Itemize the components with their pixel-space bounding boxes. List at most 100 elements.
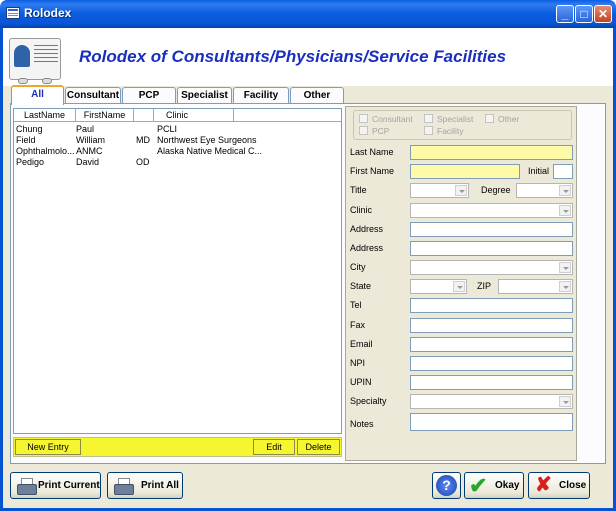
tab-pcp[interactable]: PCP — [122, 87, 176, 103]
notes-field[interactable] — [410, 413, 573, 431]
tab-facility[interactable]: Facility — [233, 87, 289, 103]
print-all-button[interactable]: Print All — [107, 472, 183, 499]
cell-clinic: PCLI — [157, 124, 178, 134]
tel-field[interactable] — [410, 298, 573, 313]
initial-label: Initial — [528, 166, 550, 176]
cell-clinic: Alaska Native Medical C... — [157, 146, 263, 156]
tab-all[interactable]: All — [11, 85, 64, 105]
city-dropdown[interactable] — [410, 260, 573, 275]
last-name-label: Last Name — [350, 147, 394, 157]
notes-label: Notes — [350, 419, 374, 429]
chevron-down-icon[interactable] — [559, 262, 571, 273]
last-name-field[interactable] — [410, 145, 573, 160]
state-label: State — [350, 281, 372, 291]
cell-firstname: David — [76, 157, 100, 167]
npi-label: NPI — [350, 358, 366, 368]
page-title: Rolodex of Consultants/Physicians/Servic… — [79, 47, 507, 66]
maximize-button[interactable]: □ — [575, 5, 593, 23]
email-field[interactable] — [410, 337, 573, 352]
tab-other[interactable]: Other — [290, 87, 344, 103]
upin-label: UPIN — [350, 377, 372, 387]
first-name-label: First Name — [350, 166, 395, 176]
column-header-clinic[interactable]: Clinic — [154, 109, 234, 122]
address1-label: Address — [350, 224, 384, 234]
city-label: City — [350, 262, 366, 272]
checkbox-pcp[interactable]: PCP — [359, 126, 389, 138]
address1-field[interactable] — [410, 222, 573, 237]
cell-clinic: Northwest Eye Surgeons — [157, 135, 257, 145]
cell-firstname: William — [76, 135, 105, 145]
tab-specialist[interactable]: Specialist — [177, 87, 232, 103]
new-entry-button[interactable]: New Entry — [15, 439, 81, 455]
minimize-button[interactable]: _ — [556, 5, 574, 23]
clinic-dropdown[interactable] — [410, 203, 573, 218]
chevron-down-icon[interactable] — [559, 205, 571, 216]
table-row[interactable]: Ophthalmolo... ANMC Alaska Native Medica… — [14, 146, 341, 157]
cell-firstname: ANMC — [76, 146, 103, 156]
table-row[interactable]: Field William MD Northwest Eye Surgeons — [14, 135, 341, 146]
print-current-button[interactable]: Print Current — [10, 472, 101, 499]
chevron-down-icon[interactable] — [453, 281, 465, 292]
checkbox-icon — [485, 114, 494, 123]
close-button[interactable]: ✘ Close — [528, 472, 590, 499]
fax-field[interactable] — [410, 318, 573, 333]
contacts-list[interactable]: LastName FirstName Clinic Chung Paul PCL… — [13, 108, 342, 434]
chevron-down-icon[interactable] — [559, 396, 571, 407]
checkbox-icon — [359, 114, 368, 123]
okay-button[interactable]: ✔ Okay — [464, 472, 524, 499]
column-header-degree[interactable] — [134, 109, 154, 122]
window-titlebar[interactable]: Rolodex _ □ ✕ — [0, 0, 616, 28]
column-header-firstname[interactable]: FirstName — [76, 109, 134, 122]
initial-field[interactable] — [553, 164, 573, 179]
tab-consultant[interactable]: Consultant — [65, 87, 121, 103]
cell-degree: OD — [136, 157, 150, 167]
specialty-dropdown[interactable] — [410, 394, 573, 409]
list-header: LastName FirstName Clinic — [14, 109, 341, 122]
clinic-label: Clinic — [350, 205, 373, 215]
chevron-down-icon[interactable] — [455, 185, 467, 196]
checkbox-icon — [359, 126, 368, 135]
tel-label: Tel — [350, 300, 362, 310]
checkbox-icon — [424, 114, 433, 123]
cell-lastname: Pedigo — [16, 157, 45, 167]
zip-label: ZIP — [477, 281, 492, 291]
chevron-down-icon[interactable] — [559, 281, 571, 292]
state-dropdown[interactable] — [410, 279, 467, 294]
degree-dropdown[interactable] — [516, 183, 573, 198]
checkbox-consultant[interactable]: Consultant — [359, 114, 413, 126]
cell-lastname: Chung — [16, 124, 43, 134]
fax-label: Fax — [350, 320, 366, 330]
address2-label: Address — [350, 243, 384, 253]
checkbox-specialist[interactable]: Specialist — [424, 114, 473, 126]
close-window-button[interactable]: ✕ — [594, 5, 612, 23]
first-name-field[interactable] — [410, 164, 520, 179]
address2-field[interactable] — [410, 241, 573, 256]
edit-button[interactable]: Edit — [253, 439, 295, 455]
chevron-down-icon[interactable] — [559, 185, 571, 196]
cell-degree: MD — [136, 135, 150, 145]
delete-button[interactable]: Delete — [297, 439, 340, 455]
title-label: Title — [350, 185, 367, 195]
column-header-lastname[interactable]: LastName — [14, 109, 76, 122]
close-icon: ✘ — [535, 474, 552, 496]
printer-icon — [114, 478, 134, 495]
email-label: Email — [350, 339, 373, 349]
help-icon: ? — [436, 475, 457, 496]
checkbox-other[interactable]: Other — [485, 114, 519, 126]
upin-field[interactable] — [410, 375, 573, 390]
printer-icon — [17, 478, 37, 495]
rolodex-card-icon — [9, 38, 61, 84]
cell-lastname: Field — [16, 135, 36, 145]
zip-dropdown[interactable] — [498, 279, 573, 294]
checkbox-facility[interactable]: Facility — [424, 126, 463, 138]
cell-firstname: Paul — [76, 124, 95, 134]
rolodex-app-icon — [6, 7, 20, 19]
title-dropdown[interactable] — [410, 183, 469, 198]
window-title: Rolodex — [24, 6, 72, 20]
table-row[interactable]: Pedigo David OD — [14, 157, 341, 168]
npi-field[interactable] — [410, 356, 573, 371]
help-button[interactable]: ? — [432, 472, 461, 499]
cell-lastname: Ophthalmolo... — [16, 146, 74, 156]
checkmark-icon: ✔ — [469, 473, 488, 498]
table-row[interactable]: Chung Paul PCLI — [14, 124, 341, 135]
